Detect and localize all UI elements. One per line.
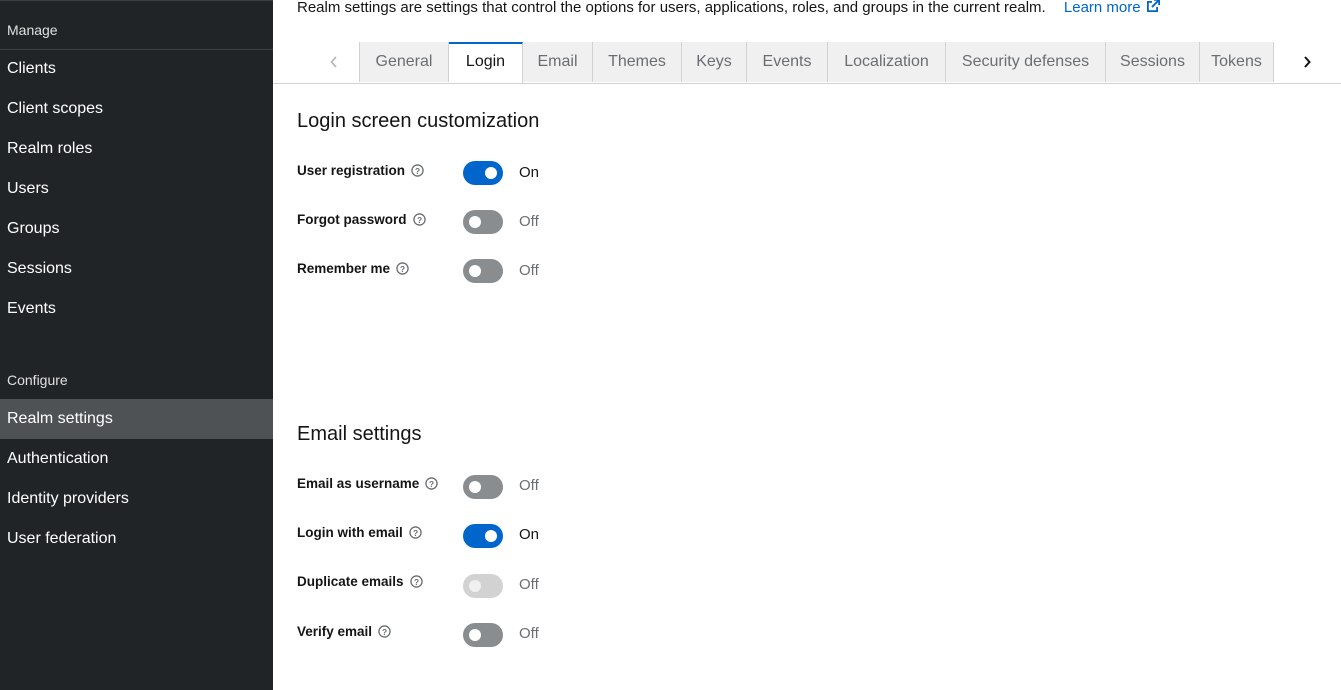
learn-more-link[interactable]: Learn more [1064,0,1161,16]
help-icon[interactable]: ? [425,477,439,493]
tab-events[interactable]: Events [747,42,828,82]
svg-text:?: ? [413,528,418,538]
sidebar-item-identity-providers[interactable]: Identity providers [0,479,273,519]
sidebar-item-groups[interactable]: Groups [0,209,273,249]
tab-tokens[interactable]: Tokens [1200,42,1274,82]
tab-security-defenses[interactable]: Security defenses [946,42,1106,82]
login-with-email-label-text: Login with email [297,525,403,540]
svg-text:?: ? [413,577,418,587]
tab-sessions[interactable]: Sessions [1106,42,1200,82]
sidebar-item-realm-roles[interactable]: Realm roles [0,129,273,169]
help-icon[interactable]: ? [396,262,409,278]
login-with-email-switch[interactable] [463,524,503,548]
svg-text:?: ? [416,215,421,225]
user-registration-label: User registration? [297,163,424,180]
sidebar: Manage Clients Client scopes Realm roles… [0,0,273,690]
sidebar-section-manage: Manage [7,22,58,38]
sidebar-item-clients[interactable]: Clients [0,49,273,89]
login-section-title: Login screen customization [297,110,540,132]
remember-me-label: Remember me? [297,261,409,278]
tabs-scroll-right-button[interactable] [1291,42,1323,82]
sidebar-divider [0,0,273,1]
sidebar-item-realm-settings[interactable]: Realm settings [0,399,273,439]
switch-knob [469,580,481,592]
user-registration-state: On [519,164,540,181]
learn-more-label: Learn more [1063,0,1141,16]
help-icon[interactable]: ? [409,575,423,591]
sidebar-item-sessions[interactable]: Sessions [0,249,273,289]
switch-knob [469,265,481,277]
remember-me-state: Off [519,262,539,279]
tab-localization[interactable]: Localization [828,42,946,82]
duplicate-emails-state: Off [519,576,539,593]
svg-text:?: ? [429,479,434,489]
verify-email-label: Verify email? [297,624,391,641]
verify-email-switch[interactable] [463,623,503,647]
switch-knob [469,481,481,493]
help-icon[interactable]: ? [409,526,422,542]
remember-me-label-text: Remember me [297,261,391,276]
email-section-title: Email settings [297,423,422,445]
external-link-icon [1146,0,1160,12]
switch-knob [469,216,481,228]
tab-email[interactable]: Email [523,42,593,82]
switch-knob [469,629,481,641]
tab-login[interactable]: Login [449,42,523,83]
duplicate-emails-label: Duplicate emails? [297,574,423,591]
forgot-password-switch[interactable] [463,210,503,234]
login-with-email-state: On [519,526,540,543]
user-registration-switch[interactable] [463,161,503,185]
svg-text:?: ? [415,166,420,176]
verify-email-label-text: Verify email [297,624,373,639]
chevron-left-icon [329,56,337,68]
email-as-username-label: Email as username? [297,476,439,493]
switch-knob [485,530,497,542]
verify-email-state: Off [519,625,539,642]
email-as-username-label-text: Email as username [297,476,420,491]
tab-themes[interactable]: Themes [593,42,682,82]
email-as-username-switch[interactable] [463,475,503,499]
duplicate-emails-label-text: Duplicate emails [297,574,404,589]
tab-keys[interactable]: Keys [682,42,747,82]
duplicate-emails-switch [463,574,503,598]
sidebar-item-client-scopes[interactable]: Client scopes [0,89,273,129]
main-content: Realm settings are settings that control… [273,0,1341,690]
page-description-text: Realm settings are settings that control… [297,0,1046,16]
sidebar-item-events[interactable]: Events [0,289,273,329]
sidebar-item-user-federation[interactable]: User federation [0,519,273,559]
page-description: Realm settings are settings that control… [297,0,1161,16]
help-icon[interactable]: ? [412,213,426,229]
forgot-password-state: Off [519,213,539,230]
forgot-password-label: Forgot password? [297,212,426,229]
login-with-email-label: Login with email? [297,525,422,542]
email-as-username-state: Off [519,477,539,494]
sidebar-item-users[interactable]: Users [0,169,273,209]
forgot-password-label-text: Forgot password [297,212,407,227]
tabs-scroll-left-button[interactable] [308,42,360,82]
remember-me-switch[interactable] [463,259,503,283]
tabs-bar: General Login Email Themes Keys Events L… [273,42,1341,84]
tab-general[interactable]: General [360,42,449,82]
svg-text:?: ? [382,627,387,637]
help-icon[interactable]: ? [378,625,391,641]
sidebar-section-configure: Configure [7,372,68,388]
chevron-right-icon [1304,56,1311,68]
help-icon[interactable]: ? [411,164,424,180]
user-registration-label-text: User registration [297,163,406,178]
sidebar-item-authentication[interactable]: Authentication [0,439,273,479]
svg-text:?: ? [400,264,405,274]
switch-knob [485,167,497,179]
